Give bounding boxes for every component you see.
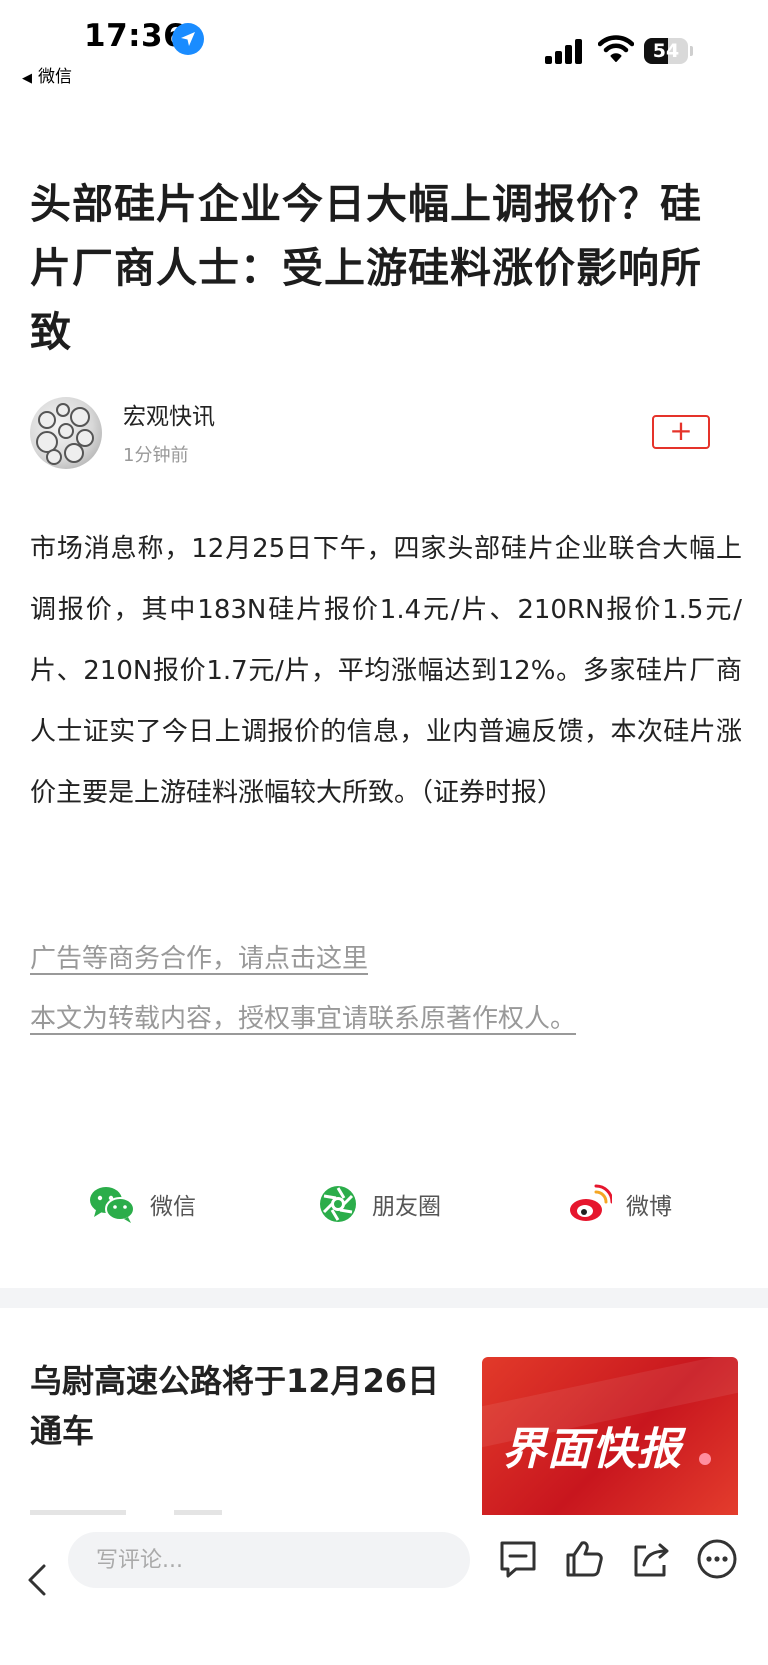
- comment-icon[interactable]: [496, 1537, 540, 1581]
- more-options-icon[interactable]: [695, 1537, 739, 1581]
- share-icon[interactable]: [630, 1537, 674, 1581]
- cellular-signal-icon: [545, 38, 585, 64]
- comment-input[interactable]: [68, 1532, 470, 1588]
- author-avatar[interactable]: [30, 397, 102, 469]
- back-app-label: 微信: [38, 67, 72, 87]
- article-title: 头部硅片企业今日大幅上调报价？硅片厂商人士：受上游硅料涨价影响所致: [30, 180, 702, 356]
- post-time: 1分钟前: [123, 445, 189, 466]
- status-time: 17:36: [84, 18, 186, 54]
- plus-icon: +: [669, 414, 693, 447]
- bottom-toolbar: [0, 1515, 768, 1665]
- copyright-notice-link[interactable]: 本文为转载内容，授权事宜请联系原著作权人。: [30, 998, 576, 1035]
- article-body: 市场消息称，12月25日下午，四家头部硅片企业联合大幅上调报价，其中183N硅片…: [30, 534, 742, 808]
- share-wechat-label: 微信: [150, 1194, 196, 1220]
- recommended-article-thumbnail[interactable]: 界面快报: [482, 1357, 738, 1517]
- like-thumb-icon[interactable]: [562, 1537, 606, 1581]
- location-arrow-icon: [172, 23, 204, 55]
- share-weibo-label: 微博: [626, 1194, 672, 1220]
- thumbnail-brand-text: 界面快报: [502, 1424, 682, 1475]
- battery-percent: 54: [652, 40, 680, 62]
- back-chevron-icon[interactable]: [22, 1560, 52, 1600]
- back-to-wechat-link[interactable]: ◀ 微信: [22, 62, 72, 87]
- section-divider: [0, 1288, 768, 1308]
- wifi-icon: [598, 35, 634, 62]
- battery-icon: 54: [644, 38, 694, 64]
- share-weibo-button[interactable]: 微博: [568, 1182, 672, 1226]
- share-moments-label: 朋友圈: [372, 1194, 441, 1220]
- wechat-icon: [90, 1187, 135, 1223]
- ad-cooperation-link[interactable]: 广告等商务合作，请点击这里: [30, 938, 368, 975]
- recommended-article-title[interactable]: 乌尉高速公路将于12月26日通车: [30, 1356, 450, 1456]
- moments-icon: [320, 1186, 356, 1222]
- share-wechat-button[interactable]: 微信: [88, 1182, 196, 1226]
- author-name[interactable]: 宏观快讯: [123, 397, 215, 431]
- status-bar: 17:36 ◀ 微信 54: [0, 0, 768, 90]
- share-moments-button[interactable]: 朋友圈: [318, 1182, 441, 1226]
- back-triangle-icon: ◀: [22, 71, 32, 86]
- article-page: 17:36 ◀ 微信 54 头部硅片企业今日大幅上调报价？硅片厂商人士：受上游硅料…: [0, 0, 768, 1665]
- weibo-icon: [570, 1184, 612, 1221]
- follow-button[interactable]: +: [652, 415, 710, 449]
